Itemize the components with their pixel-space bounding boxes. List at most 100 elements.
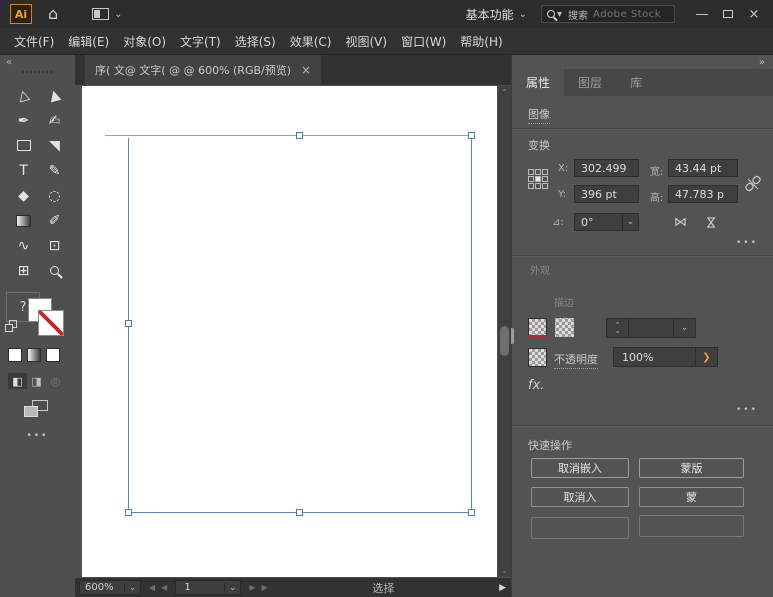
stroke-weight-value[interactable] (629, 319, 673, 337)
menu-file[interactable]: 文件(F) (14, 33, 54, 50)
none-button[interactable] (46, 348, 60, 362)
selection-handle-top-right[interactable] (468, 132, 475, 139)
stroke-weight-stepper[interactable]: ⌃⌄ ⌄ (606, 318, 696, 338)
tab-close-icon[interactable]: × (301, 63, 311, 77)
vertical-scrollbar[interactable]: ⌃ ⌄ (498, 86, 511, 577)
toolbar-more-button[interactable]: ••• (0, 431, 75, 441)
selection-top-edge[interactable] (105, 135, 473, 136)
menu-view[interactable]: 视图(V) (345, 33, 387, 50)
artboard-tool[interactable]: ⊞ (8, 258, 39, 283)
constrain-proportions-icon[interactable] (744, 175, 762, 197)
knife-tool[interactable]: ✐ (39, 208, 70, 233)
scroll-down-icon[interactable]: ⌄ (498, 566, 511, 575)
workspace-switcher[interactable]: 基本功能 (466, 6, 514, 23)
eraser-tool[interactable]: ◆ (8, 183, 39, 208)
draw-normal-mode[interactable]: ◧ (8, 373, 27, 389)
transform-more-button[interactable]: ••• (736, 238, 758, 248)
draw-inside-mode[interactable]: ◎ (46, 373, 65, 389)
menu-help[interactable]: 帮助(H) (460, 33, 502, 50)
panel-grip[interactable] (22, 71, 52, 73)
zoom-tool[interactable] (39, 258, 70, 283)
selection-tool[interactable]: ▶ (39, 83, 70, 108)
rotate-angle-select[interactable]: 0° ⌄ (574, 213, 639, 231)
pen-tool[interactable]: ✒ (8, 108, 39, 133)
menu-window[interactable]: 窗口(W) (401, 33, 446, 50)
close-button[interactable]: × (741, 4, 767, 24)
opacity-expand-icon[interactable]: ❯ (695, 348, 717, 366)
selection-handle-bottom-right[interactable] (468, 509, 475, 516)
selection-handle-bottom-center[interactable] (296, 509, 303, 516)
ghost-unembed-button[interactable]: 取消入 (531, 487, 629, 507)
x-input[interactable]: 302.499 (574, 159, 639, 177)
draw-behind-mode[interactable]: ◨ (27, 373, 46, 389)
zoom-chevron-icon[interactable]: ⌄ (124, 583, 140, 593)
fill-stroke-indicator[interactable] (28, 298, 68, 340)
maximize-button[interactable] (715, 4, 741, 24)
selection-right-edge[interactable] (471, 135, 472, 512)
comment-tool[interactable]: ◌ (39, 183, 70, 208)
mask-button[interactable]: 蒙版 (639, 458, 744, 478)
step-down-icon[interactable]: ⌄ (615, 328, 621, 334)
y-input[interactable]: 396 pt (574, 185, 639, 203)
height-input[interactable]: 47.783 p (668, 185, 738, 203)
gradient-button[interactable] (27, 348, 41, 362)
collapse-panel-icon[interactable]: « (6, 57, 12, 68)
pencil-tool[interactable]: ✎ (39, 158, 70, 183)
document-tab[interactable]: 序( 文@ 文字( @ @ 600% (RGB/预览) × (85, 55, 321, 85)
arrange-chevron-icon[interactable]: ⌄ (114, 9, 122, 20)
gradient-tool[interactable] (8, 208, 39, 233)
artboard[interactable] (82, 86, 497, 577)
tab-properties[interactable]: 属性 (512, 69, 564, 96)
stepper-arrows-icon[interactable]: ⌃⌄ (607, 319, 629, 337)
tab-libraries[interactable]: 库 (616, 69, 656, 96)
fill-color-swatch[interactable] (528, 318, 547, 337)
zoom-level-select[interactable]: 600% ⌄ (79, 580, 141, 595)
canvas[interactable]: ⌃ ⌄ (75, 85, 511, 578)
direct-selection-tool[interactable]: ▷ (8, 83, 39, 108)
rectangle-tool[interactable] (8, 133, 39, 158)
expand-panel-icon[interactable]: » (759, 57, 765, 68)
menu-effect[interactable]: 效果(C) (290, 33, 332, 50)
paintbrush-tool[interactable]: ✍ (39, 108, 70, 133)
scroll-up-icon[interactable]: ⌃ (498, 88, 511, 97)
minimize-button[interactable]: — (689, 4, 715, 24)
screen-mode-button[interactable] (24, 400, 50, 419)
next-artboard-icon[interactable]: ▶ (249, 583, 255, 592)
artboard-number-select[interactable]: 1 ⌄ (175, 580, 241, 595)
fx-button[interactable]: fx. (528, 378, 544, 393)
menu-select[interactable]: 选择(S) (235, 33, 276, 50)
unembed-button[interactable]: 取消嵌入 (531, 458, 629, 478)
selection-handle-top-center[interactable] (296, 132, 303, 139)
stroke-weight-chevron-icon[interactable]: ⌄ (673, 319, 695, 337)
search-input[interactable]: ▾ 搜索 Adobe Stock (541, 5, 675, 23)
opacity-swatch[interactable] (528, 348, 547, 367)
flip-horizontal-icon[interactable]: ⋈ (674, 215, 687, 230)
opacity-label[interactable]: 不透明度 (554, 351, 598, 369)
menu-object[interactable]: 对象(O) (123, 33, 166, 50)
angle-chevron-icon[interactable]: ⌄ (622, 214, 638, 230)
scrollbar-thumb[interactable] (500, 326, 509, 356)
curvature-tool[interactable]: ◥ (39, 133, 70, 158)
search-dropdown-icon[interactable]: ▾ (557, 9, 562, 20)
color-button[interactable] (8, 348, 22, 362)
default-fill-stroke-icon[interactable] (5, 320, 18, 333)
ghost-mask-button[interactable]: 蒙 (639, 487, 744, 507)
selection-handle-left-middle[interactable] (125, 320, 132, 327)
prev-artboard-icon[interactable]: ◀ (161, 583, 167, 592)
tab-layers[interactable]: 图层 (564, 69, 616, 96)
arrange-documents-icon[interactable] (92, 8, 109, 20)
reference-point-icon[interactable] (528, 169, 548, 189)
stroke-none-swatch[interactable] (38, 310, 64, 336)
flip-vertical-icon[interactable]: ⋈ (703, 216, 718, 229)
first-artboard-icon[interactable]: ◀ (149, 583, 155, 592)
home-icon[interactable]: ⌂ (48, 6, 58, 22)
menu-type[interactable]: 文字(T) (180, 33, 221, 50)
opacity-input[interactable]: 100% ❯ (613, 347, 718, 367)
appearance-more-button[interactable]: ••• (736, 405, 758, 415)
type-tool[interactable]: T (8, 158, 39, 183)
hand-tool[interactable]: ∿ (8, 233, 39, 258)
workspace-chevron-icon[interactable]: ⌄ (519, 9, 527, 20)
symbol-sprayer-tool[interactable]: ⊡ (39, 233, 70, 258)
menu-edit[interactable]: 编辑(E) (68, 33, 109, 50)
artboard-chevron-icon[interactable]: ⌄ (224, 583, 240, 593)
